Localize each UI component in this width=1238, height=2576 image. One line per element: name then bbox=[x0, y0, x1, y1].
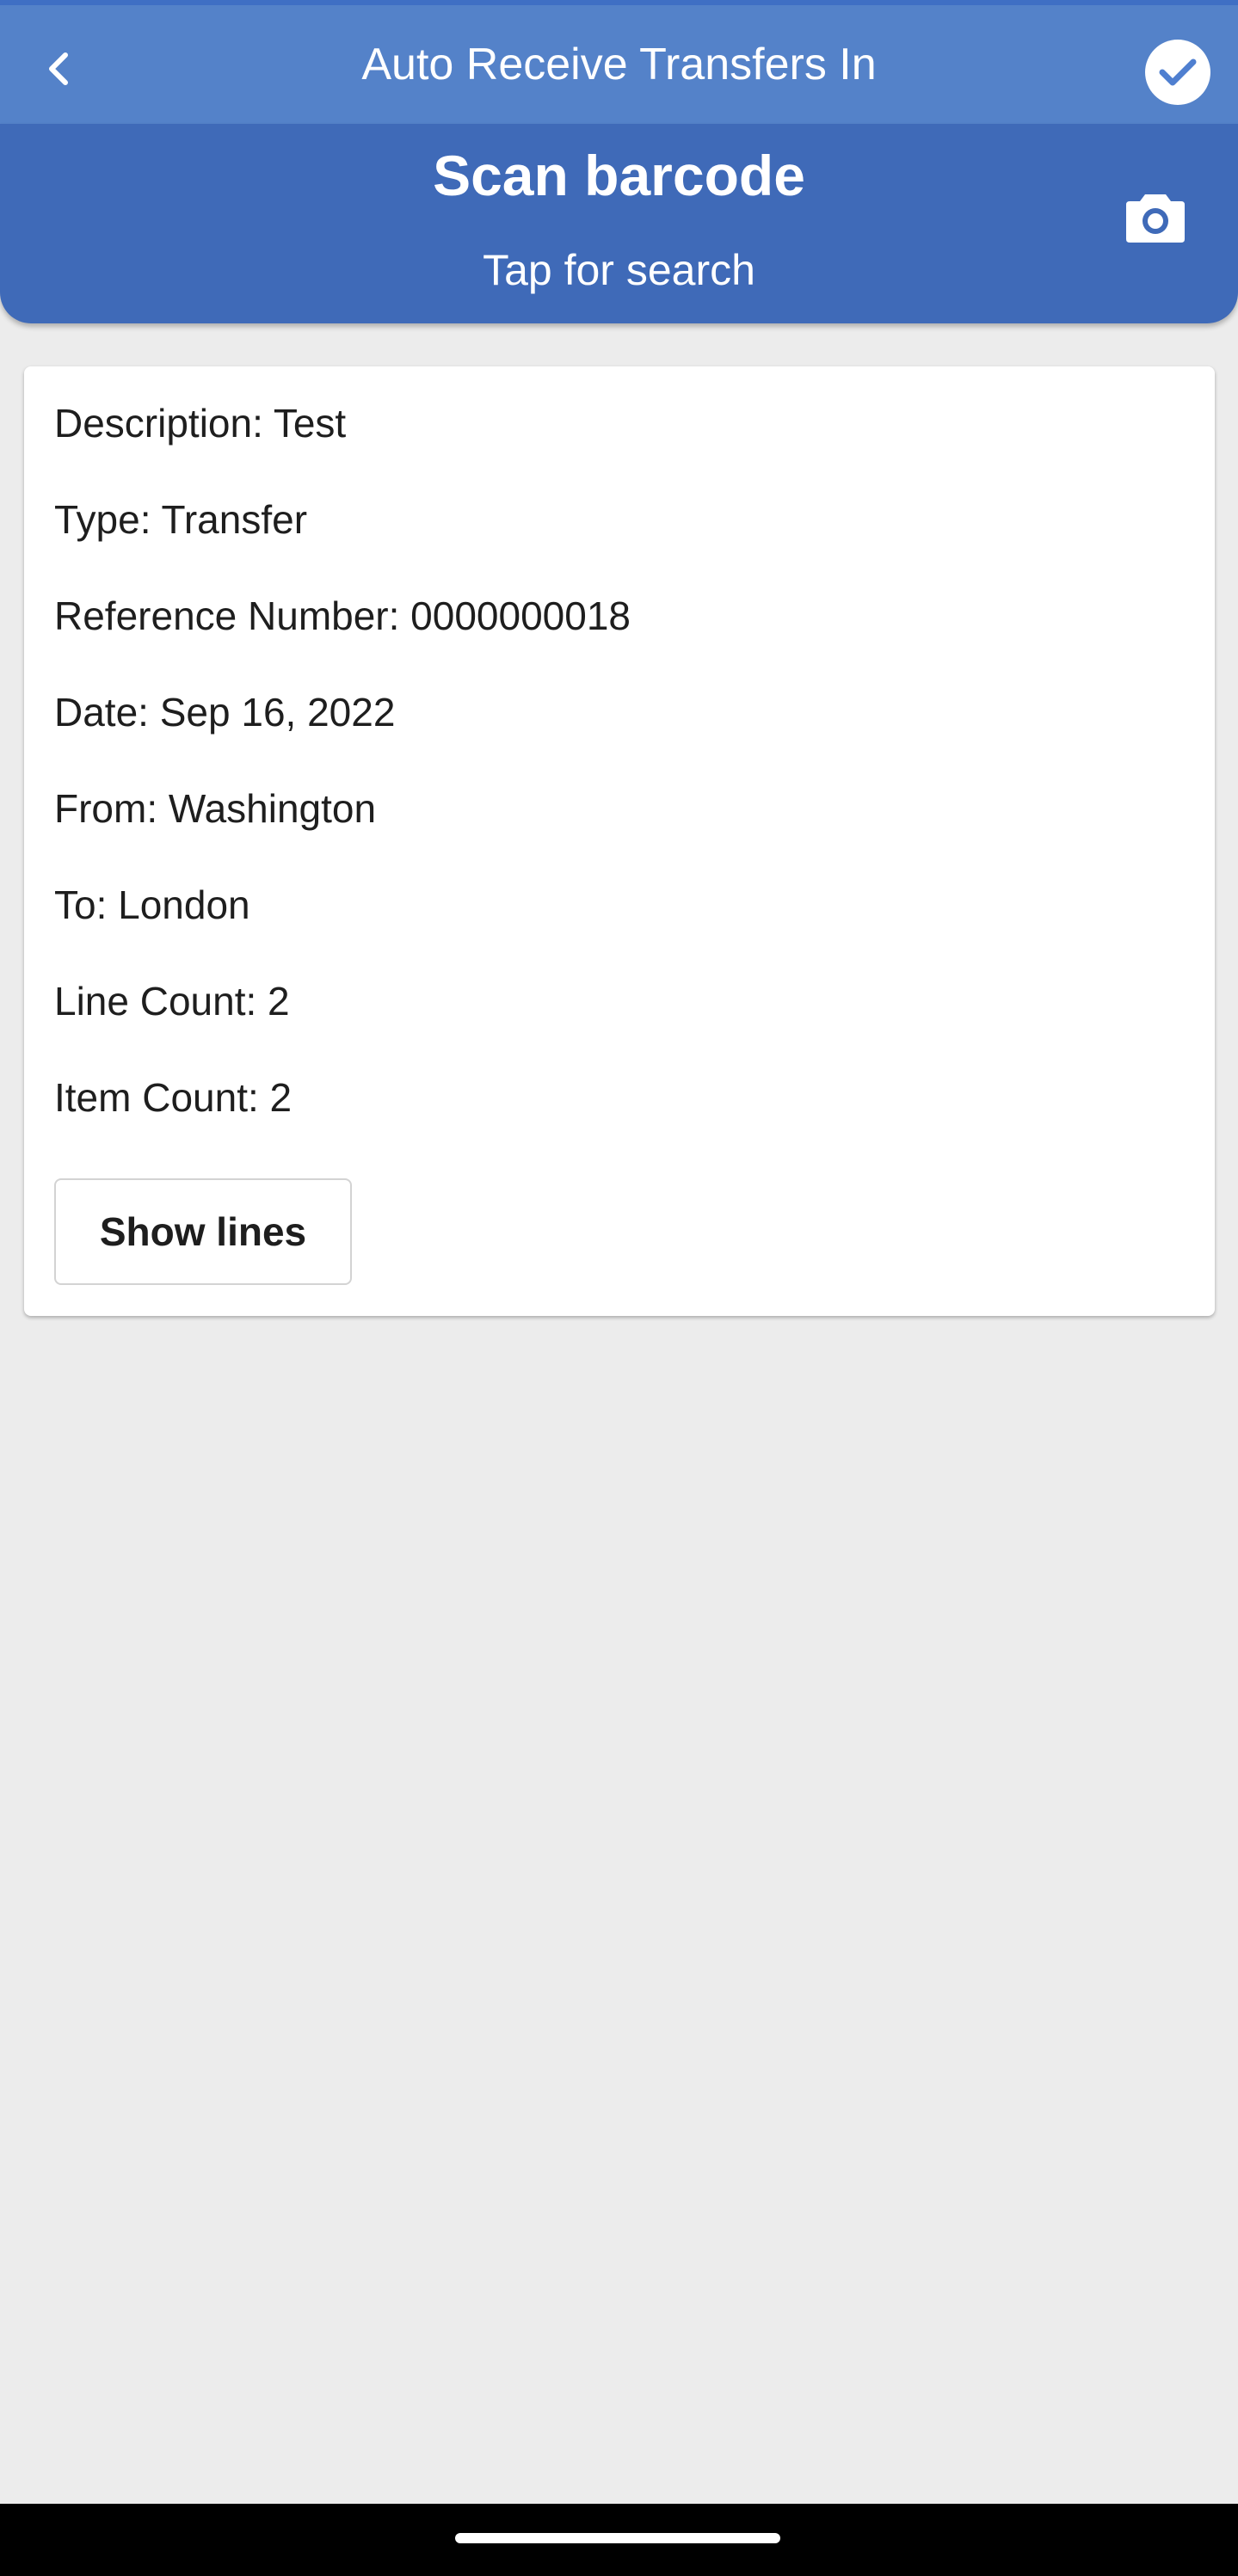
check-circle-icon bbox=[1159, 58, 1197, 86]
to-text: To: London bbox=[54, 882, 250, 927]
from-text: From: Washington bbox=[54, 786, 377, 831]
scan-barcode-panel[interactable]: Scan barcode Tap for search bbox=[0, 124, 1238, 323]
description-text: Description: Test bbox=[54, 401, 347, 446]
scan-barcode-title: Scan barcode bbox=[433, 144, 805, 207]
camera-icon bbox=[1126, 194, 1185, 243]
transfer-details-card: Description: Test Type: Transfer Referen… bbox=[24, 366, 1215, 1316]
camera-button[interactable] bbox=[1123, 184, 1188, 249]
confirm-button[interactable] bbox=[1145, 40, 1210, 105]
type-text: Type: Transfer bbox=[54, 497, 308, 542]
show-lines-button[interactable]: Show lines bbox=[54, 1178, 352, 1285]
home-indicator[interactable] bbox=[455, 2533, 780, 2543]
app-bar: Auto Receive Transfers In bbox=[0, 0, 1238, 124]
line-count-text: Line Count: 2 bbox=[54, 979, 290, 1024]
item-count-text: Item Count: 2 bbox=[54, 1075, 293, 1120]
reference-number-text: Reference Number: 0000000018 bbox=[54, 593, 631, 638]
page-title: Auto Receive Transfers In bbox=[361, 40, 877, 89]
system-navigation-bar bbox=[0, 2504, 1238, 2576]
date-text: Date: Sep 16, 2022 bbox=[54, 690, 396, 735]
search-hint[interactable]: Tap for search bbox=[0, 244, 1238, 296]
